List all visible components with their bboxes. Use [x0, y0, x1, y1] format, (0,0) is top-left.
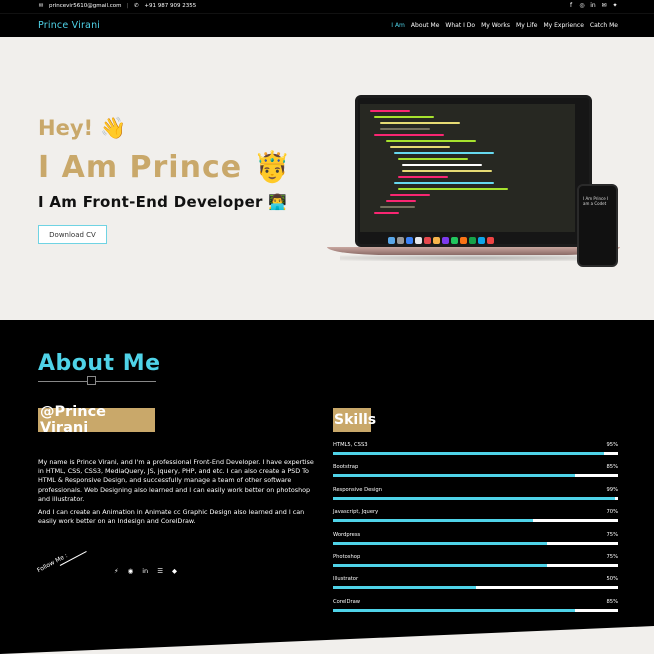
skill-row: Illustrator 50%: [333, 576, 618, 590]
skill-track: [333, 541, 618, 545]
skill-fill: [333, 541, 547, 545]
section-divider: [0, 626, 654, 654]
about-title: About Me: [38, 351, 161, 376]
skype-icon[interactable]: ◉: [128, 567, 134, 575]
skill-row: CorelDraw 85%: [333, 599, 618, 613]
nav-item-about-me[interactable]: About Me: [411, 22, 440, 29]
stackoverflow-icon[interactable]: ☰: [157, 567, 163, 575]
skill-label: Responsive Design: [333, 486, 382, 493]
skill-label: Photoshop: [333, 554, 361, 560]
mail-icon[interactable]: ✉: [601, 2, 607, 9]
nav-menu: I Am About Me What I Do My Works My Life…: [391, 22, 618, 29]
twitter-icon[interactable]: ✦: [612, 2, 618, 9]
nav-item-my-exprience[interactable]: My Exprience: [543, 22, 583, 29]
skill-percent: 75%: [606, 531, 618, 538]
skill-track: [333, 452, 618, 455]
skill-row: Photoshop 75%: [333, 554, 618, 568]
skill-row: Javascript, Jquery 70%: [333, 509, 618, 523]
skill-row: Bootstrap 85%: [333, 464, 618, 478]
nav-item-i-am[interactable]: I Am: [391, 22, 405, 29]
phone-screen-text: I Am Prince I am a Codet: [583, 196, 609, 206]
divider: |: [126, 3, 129, 9]
skill-percent: 85%: [606, 464, 618, 471]
skill-track: [333, 564, 618, 567]
crop-icon: [87, 376, 96, 385]
skill-fill: [333, 608, 576, 612]
skill-fill: [333, 496, 616, 500]
instagram-icon[interactable]: ◎: [579, 2, 585, 9]
top-bar: ✉ princevir5610@gmail.com | ✆ +91 987 90…: [0, 0, 654, 13]
skill-fill: [333, 564, 547, 567]
mail-icon: ✉: [38, 3, 44, 9]
laptop-mockup: [355, 95, 592, 247]
skill-fill: [333, 519, 533, 523]
contact-email[interactable]: princevir5610@gmail.com: [49, 3, 122, 9]
skill-track: [333, 496, 618, 500]
skill-percent: 95%: [606, 442, 618, 448]
hero-role: I Am Front-End Developer 👨‍💻: [38, 193, 288, 211]
skill-percent: 50%: [606, 576, 618, 583]
name-badge: @Prince Virani: [38, 404, 155, 436]
dribbble-icon[interactable]: ⚡: [114, 567, 119, 575]
phone-icon: ✆: [134, 3, 139, 9]
skill-track: [333, 586, 618, 590]
skill-track: [333, 474, 618, 478]
main-navigation: Prince Virani I Am About Me What I Do My…: [0, 13, 654, 37]
skill-label: CorelDraw: [333, 598, 360, 605]
linkedin-icon[interactable]: in: [142, 567, 148, 575]
bitbucket-icon[interactable]: ◆: [172, 567, 177, 575]
nav-item-my-works[interactable]: My Works: [481, 22, 510, 29]
laptop-shadow: [340, 255, 610, 261]
topbar-social: f ◎ in ✉ ✦: [568, 2, 618, 9]
skill-label: Illustrator: [333, 576, 359, 583]
code-editor-screenshot: [360, 104, 575, 232]
dock-bar: [388, 234, 548, 244]
skill-label: Bootstrap: [333, 464, 359, 471]
skill-row: Responsive Design 99%: [333, 487, 618, 501]
nav-item-catch-me[interactable]: Catch Me: [590, 22, 618, 29]
title-underline: [38, 381, 156, 382]
skill-percent: 75%: [606, 554, 618, 560]
skill-fill: [333, 474, 576, 478]
skill-percent: 85%: [606, 598, 618, 605]
nav-item-my-life[interactable]: My Life: [516, 22, 537, 29]
bio-paragraph-2: And I can create an Animation in Animate…: [38, 508, 305, 526]
brand-logo[interactable]: Prince Virani: [38, 20, 100, 31]
skill-row: Wordpress 75%: [333, 532, 618, 546]
bio-paragraph-1: My name is Prince Virani, and I'm a prof…: [38, 458, 314, 503]
facebook-icon[interactable]: f: [568, 2, 574, 9]
follow-social-links: ⚡ ◉ in ☰ ◆: [114, 567, 177, 575]
skill-fill: [333, 586, 476, 590]
download-cv-button[interactable]: Download CV: [38, 225, 107, 244]
skill-track: [333, 519, 618, 523]
linkedin-icon[interactable]: in: [590, 2, 596, 9]
hero-headline: I Am Prince 🤴: [38, 150, 292, 185]
skill-label: Javascript, Jquery: [333, 509, 379, 516]
skills-title: Skills: [333, 408, 376, 432]
phone-mockup: I Am Prince I am a Codet: [577, 184, 618, 267]
skill-label: HTML5, CSS3: [333, 442, 368, 448]
contact-info: ✉ princevir5610@gmail.com | ✆ +91 987 90…: [38, 3, 197, 9]
skill-label: Wordpress: [333, 531, 361, 538]
skill-row: HTML5, CSS3 95%: [333, 442, 618, 456]
skill-percent: 99%: [606, 486, 618, 493]
contact-phone[interactable]: +91 987 909 2355: [144, 3, 196, 9]
bio-text: My name is Prince Virani, and I'm a prof…: [38, 458, 318, 530]
skill-percent: 70%: [606, 509, 618, 516]
skill-fill: [333, 452, 604, 455]
skill-track: [333, 608, 618, 612]
nav-item-what-i-do[interactable]: What I Do: [445, 22, 475, 29]
hero-greeting: Hey! 👋: [38, 116, 127, 140]
